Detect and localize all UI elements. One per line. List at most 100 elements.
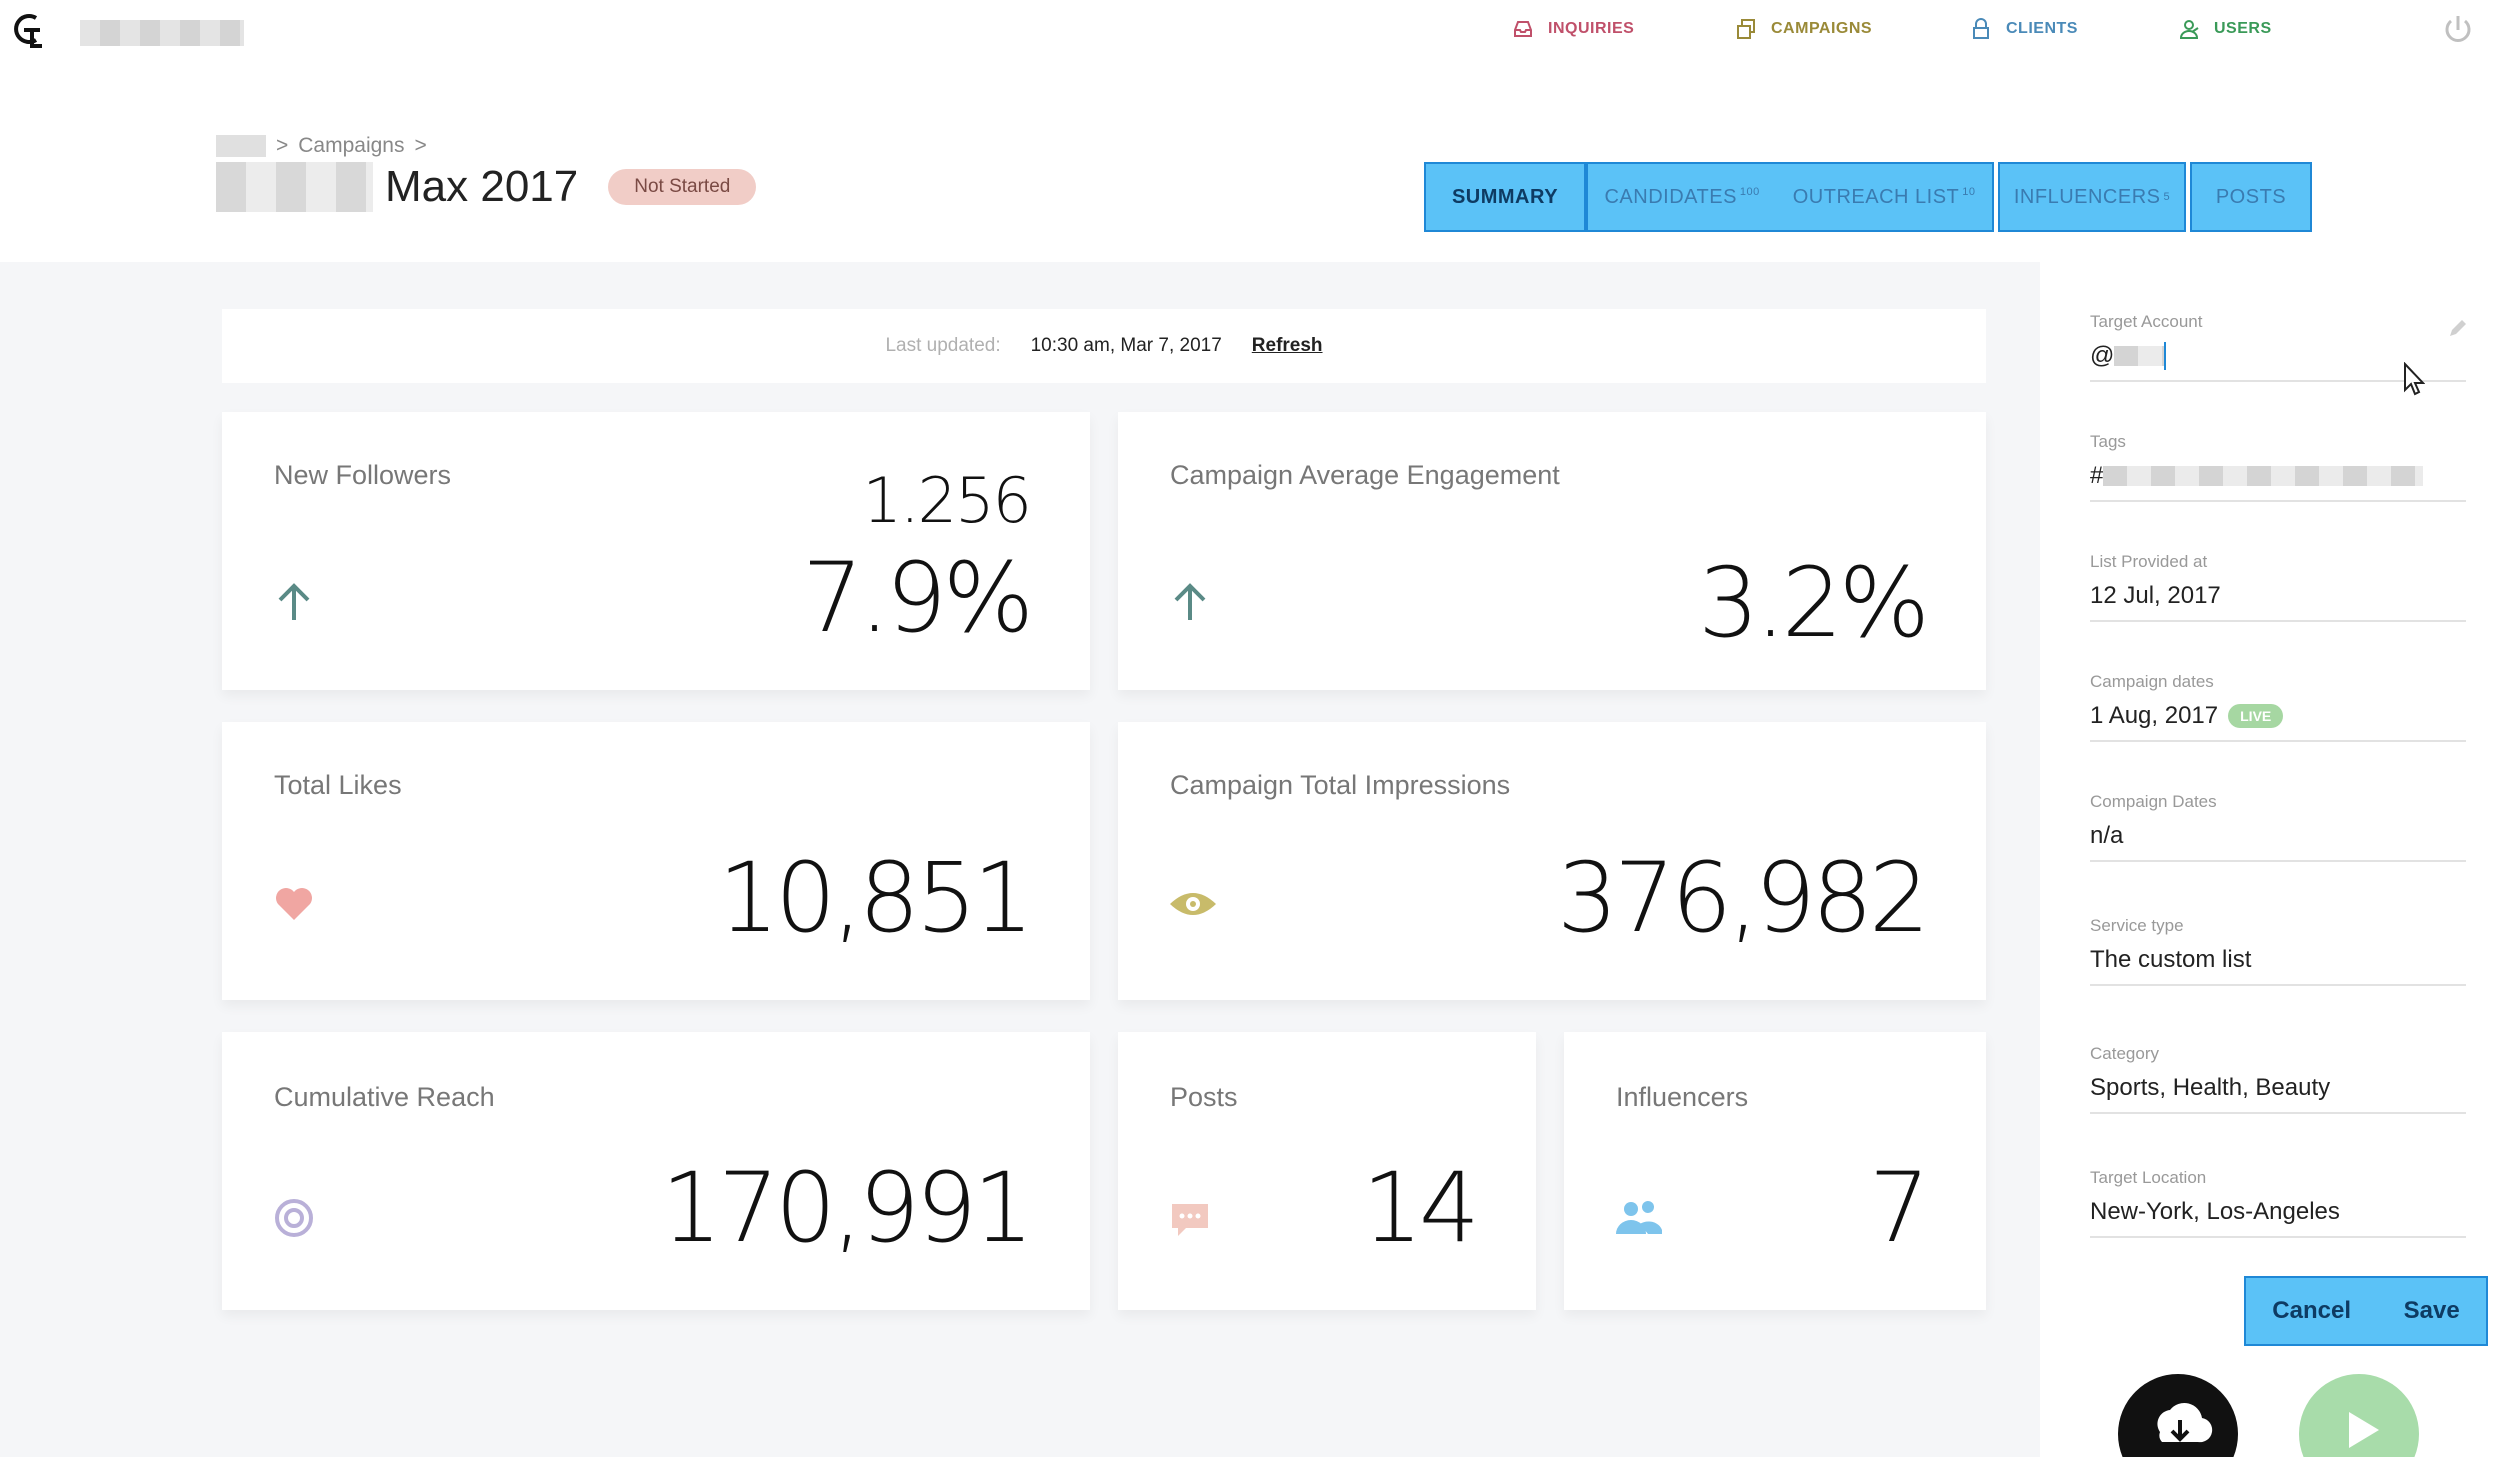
tab-group-candidates-outreach: CANDIDATES 100 OUTREACH LIST 10 [1586, 162, 1994, 232]
field-compaign-dates[interactable]: Compaign Dates n/a [2090, 792, 2466, 862]
field-label: Service type [2090, 916, 2184, 935]
play-icon [2349, 1412, 2379, 1448]
users-icon [2179, 20, 2199, 39]
nav-inquiries[interactable]: INQUIRIES [1512, 18, 1634, 40]
download-button[interactable] [2118, 1374, 2238, 1457]
card-title: Influencers [1616, 1082, 1749, 1112]
nav-users[interactable]: USERS [2178, 18, 2272, 40]
field-list-provided[interactable]: List Provided at 12 Jul, 2017 [2090, 552, 2466, 622]
field-tags[interactable]: Tags # [2090, 432, 2466, 502]
download-icon [2157, 1402, 2213, 1443]
page-title: Max 2017 [385, 162, 579, 211]
target-account-redacted [2114, 346, 2165, 366]
field-category[interactable]: Category Sports, Health, Beauty [2090, 1044, 2466, 1114]
breadcrumb-client-redacted[interactable] [216, 135, 266, 157]
field-service-type[interactable]: Service type The custom list [2090, 916, 2466, 986]
tab-influencers[interactable]: INFLUENCERS 5 [1998, 162, 2186, 232]
card-average-engagement: Campaign Average Engagement 3.2% [1118, 412, 1986, 690]
total-likes-value: 10,851 [718, 842, 1034, 954]
people-icon [1616, 1201, 1662, 1234]
total-impressions-value: 376,982 [1557, 842, 1930, 954]
target-location-value[interactable]: New-York, Los-Angeles [2090, 1198, 2466, 1236]
nav-users-label: USERS [2214, 20, 2272, 37]
breadcrumb: > Campaigns > [216, 134, 427, 158]
text-caret [2164, 342, 2167, 370]
tab-influencers-count: 5 [2163, 191, 2171, 203]
card-posts: Posts 14 [1118, 1032, 1536, 1310]
field-target-location[interactable]: Target Location New-York, Los-Angeles [2090, 1168, 2466, 1238]
category-value[interactable]: Sports, Health, Beauty [2090, 1074, 2466, 1112]
tab-summary-label: SUMMARY [1451, 185, 1559, 208]
cumulative-reach-value: 170,991 [661, 1152, 1034, 1264]
card-title: Cumulative Reach [274, 1082, 495, 1112]
tags-input[interactable]: # [2090, 462, 2466, 500]
card-title: Campaign Total Impressions [1170, 770, 1511, 800]
card-title: Total Likes [274, 770, 402, 800]
campaign-dates-input[interactable]: 1 Aug, 2017 LIVE [2090, 702, 2466, 740]
list-provided-value[interactable]: 12 Jul, 2017 [2090, 582, 2466, 620]
last-updated-label: Last updated: [885, 335, 1001, 356]
nav-clients-label: CLIENTS [2006, 20, 2078, 37]
field-label: Campaign dates [2090, 672, 2214, 691]
tab-candidates[interactable]: CANDIDATES 100 [1604, 186, 1759, 209]
live-badge: LIVE [2228, 704, 2284, 728]
tab-influencers-label: INFLUENCERS [2013, 185, 2161, 208]
tab-outreach-list[interactable]: OUTREACH LIST 10 [1793, 186, 1976, 209]
tab-summary[interactable]: SUMMARY [1424, 162, 1586, 232]
power-icon[interactable] [2440, 12, 2476, 48]
field-campaign-dates[interactable]: Campaign dates 1 Aug, 2017 LIVE [2090, 672, 2466, 742]
service-type-value[interactable]: The custom list [2090, 946, 2466, 984]
tab-posts-label: POSTS [2215, 185, 2287, 208]
save-button[interactable]: Save [2404, 1297, 2460, 1325]
breadcrumb-separator: > [414, 134, 427, 157]
last-updated-time: 10:30 am, Mar 7, 2017 [1030, 335, 1222, 356]
card-cumulative-reach: Cumulative Reach 170,991 [222, 1032, 1090, 1310]
nav-campaigns[interactable]: CAMPAIGNS [1735, 18, 1872, 40]
title-prefix-redacted [216, 162, 373, 212]
nav-campaigns-label: CAMPAIGNS [1771, 20, 1873, 37]
new-followers-count: 1.256 [862, 464, 1032, 537]
last-updated-bar: Last updated: 10:30 am, Mar 7, 2017 Refr… [222, 309, 1986, 383]
tab-outreach-count: 10 [1962, 185, 1976, 198]
field-label: Target Location [2090, 1168, 2207, 1187]
card-influencers: Influencers 7 [1564, 1032, 1986, 1310]
target-account-prefix: @ [2090, 342, 2115, 369]
eye-icon [1170, 893, 1216, 915]
campaign-dates-value: 1 Aug, 2017 [2090, 702, 2219, 729]
card-new-followers: New Followers 1.256 7.9% [222, 412, 1090, 690]
tab-posts[interactable]: POSTS [2190, 162, 2312, 232]
nav-inquiries-label: INQUIRIES [1548, 20, 1635, 37]
inbox-icon [1514, 21, 1532, 37]
posts-value: 14 [1361, 1152, 1480, 1264]
tags-redacted [2103, 466, 2424, 486]
copy-icon [1737, 19, 1755, 39]
tab-outreach-label: OUTREACH LIST [1792, 185, 1960, 208]
tab-candidates-count: 100 [1739, 185, 1760, 198]
cancel-button[interactable]: Cancel [2272, 1297, 2351, 1325]
card-total-likes: Total Likes 10,851 [222, 722, 1090, 1000]
average-engagement-percent: 3.2% [1698, 547, 1930, 659]
start-campaign-button[interactable] [2299, 1374, 2419, 1457]
compaign-dates-value[interactable]: n/a [2090, 822, 2466, 860]
card-total-impressions: Campaign Total Impressions 376,982 [1118, 722, 1986, 1000]
breadcrumb-campaigns[interactable]: Campaigns [298, 134, 404, 158]
status-badge: Not Started [608, 169, 757, 205]
refresh-link[interactable]: Refresh [1252, 335, 1323, 357]
influencers-value: 7 [1868, 1152, 1930, 1264]
field-label: Compaign Dates [2090, 792, 2217, 811]
pencil-icon[interactable] [2446, 316, 2470, 340]
tags-prefix: # [2090, 462, 2104, 489]
tab-candidates-label: CANDIDATES [1604, 185, 1737, 208]
nav-clients[interactable]: CLIENTS [1970, 18, 2078, 40]
page-title-row: Max 2017 Not Started [216, 162, 757, 212]
mouse-cursor-icon [2404, 362, 2425, 396]
field-label: Tags [2090, 432, 2126, 451]
lock-icon [1973, 18, 1989, 39]
heart-icon [276, 888, 312, 920]
field-label: Category [2090, 1044, 2159, 1063]
arrow-up-icon [1174, 583, 1206, 620]
app-name-redacted [80, 20, 244, 46]
logo-icon[interactable] [10, 10, 50, 50]
form-actions: Cancel Save [2244, 1276, 2488, 1346]
new-followers-percent: 7.9% [802, 542, 1034, 654]
